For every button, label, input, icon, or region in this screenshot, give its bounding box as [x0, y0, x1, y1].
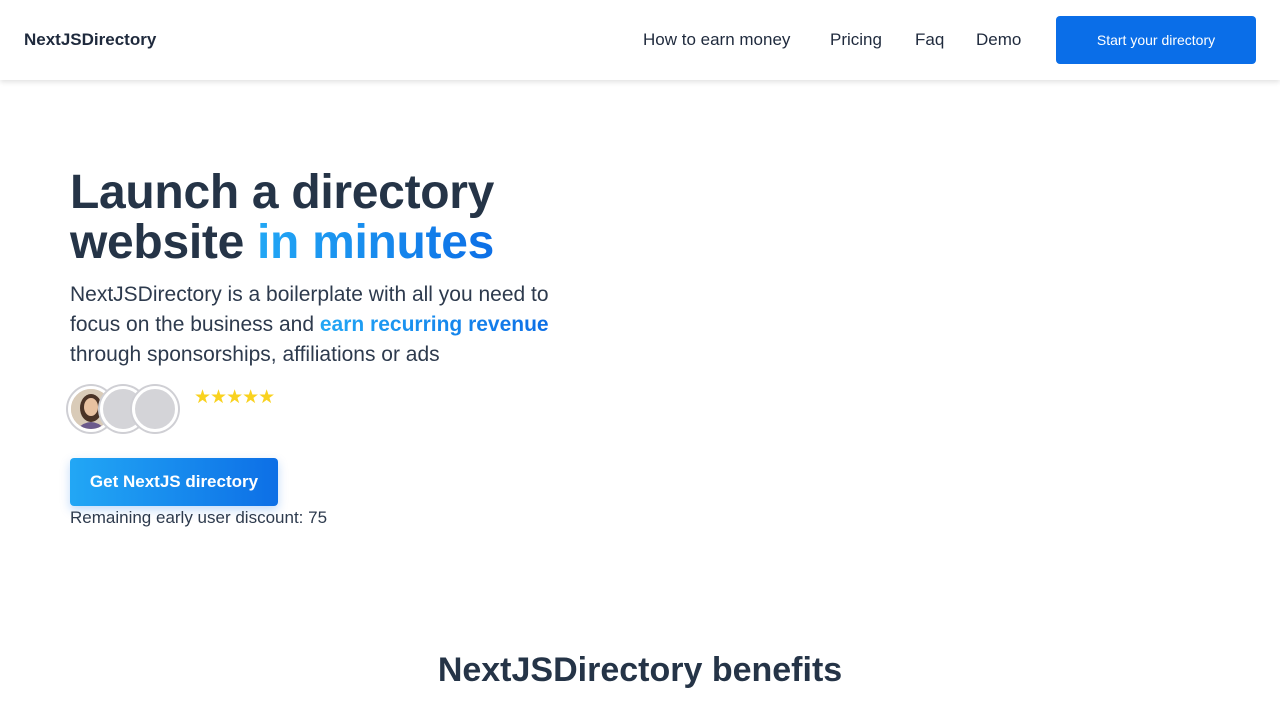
hero-subtitle-after: through sponsorships, affiliations or ad… — [70, 343, 440, 366]
get-nextjs-directory-button[interactable]: Get NextJS directory — [70, 458, 278, 506]
site-header: NextJSDirectory How to earn money Pricin… — [0, 0, 1280, 80]
nav-demo[interactable]: Demo — [976, 28, 1021, 52]
customer-avatars — [67, 386, 187, 434]
brand-logo[interactable]: NextJSDirectory — [24, 28, 156, 52]
nav-faq[interactable]: Faq — [915, 28, 944, 52]
hero-title-accent: in minutes — [257, 216, 495, 269]
nav-pricing[interactable]: Pricing — [830, 28, 882, 52]
hero-title-line1: Launch a directory — [70, 166, 495, 219]
hero-subtitle-highlight: earn recurring revenue — [319, 313, 549, 336]
nav-how-to-earn-money[interactable]: How to earn money — [643, 28, 790, 52]
star-rating-icon: ★★★★★ — [194, 387, 275, 408]
hero-subtitle: NextJSDirectory is a boilerplate with al… — [70, 280, 590, 370]
remaining-discount-text: Remaining early user discount: 75 — [70, 508, 328, 527]
start-directory-button[interactable]: Start your directory — [1056, 16, 1256, 64]
avatar — [132, 386, 178, 432]
hero-title-plain: website — [70, 216, 257, 269]
benefits-heading: NextJSDirectory benefits — [437, 651, 843, 689]
hero-title: Launch a directory website in minutes — [70, 168, 630, 268]
